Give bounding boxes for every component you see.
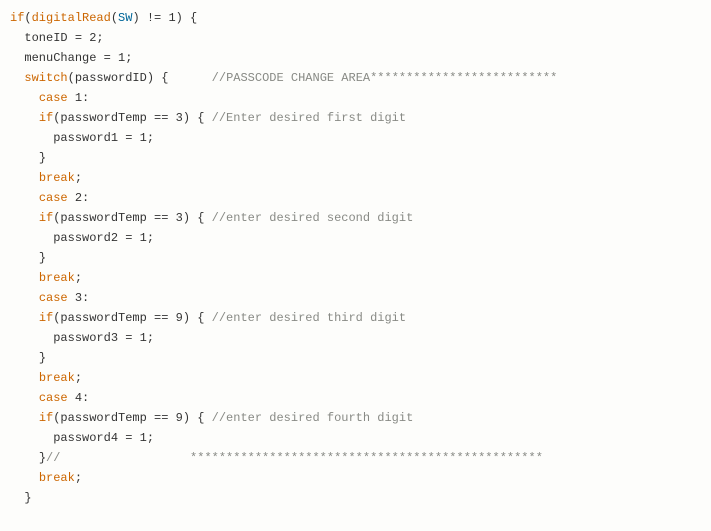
keyword-case: case (39, 391, 68, 405)
code-block: if(digitalRead(SW) != 1) { toneID = 2; m… (0, 0, 711, 516)
code-line: menuChange = 1; (10, 51, 132, 65)
code-line: switch(passwordID) { //PASSCODE CHANGE A… (10, 71, 557, 85)
code-line: break; (10, 471, 82, 485)
comment: //enter desired third digit (212, 311, 406, 325)
func-digitalRead: digitalRead (32, 11, 111, 25)
comment: //enter desired fourth digit (212, 411, 414, 425)
code-line: password1 = 1; (10, 131, 154, 145)
keyword-if: if (39, 411, 53, 425)
keyword-if: if (39, 311, 53, 325)
code-line: password4 = 1; (10, 431, 154, 445)
code-line: if(passwordTemp == 9) { //enter desired … (10, 311, 406, 325)
code-line: toneID = 2; (10, 31, 104, 45)
keyword-break: break (39, 271, 75, 285)
code-line: break; (10, 171, 82, 185)
keyword-switch: switch (24, 71, 67, 85)
comment: //enter desired second digit (212, 211, 414, 225)
code-line: password3 = 1; (10, 331, 154, 345)
code-line: } (10, 491, 32, 505)
code-line: if(passwordTemp == 3) { //enter desired … (10, 211, 413, 225)
code-line: password2 = 1; (10, 231, 154, 245)
code-line: } (10, 251, 46, 265)
code-line: break; (10, 371, 82, 385)
code-line: case 3: (10, 291, 89, 305)
code-line: } (10, 351, 46, 365)
code-line: }// ************************************… (10, 451, 543, 465)
keyword-case: case (39, 91, 68, 105)
keyword-break: break (39, 171, 75, 185)
code-line: if(passwordTemp == 3) { //Enter desired … (10, 111, 406, 125)
code-line: case 4: (10, 391, 89, 405)
comment: //Enter desired first digit (212, 111, 406, 125)
keyword-if: if (39, 111, 53, 125)
keyword-case: case (39, 191, 68, 205)
code-line: case 1: (10, 91, 89, 105)
const-SW: SW (118, 11, 132, 25)
keyword-if: if (10, 11, 24, 25)
code-line: } (10, 151, 46, 165)
code-line: case 2: (10, 191, 89, 205)
keyword-break: break (39, 371, 75, 385)
code-line: if(digitalRead(SW) != 1) { (10, 11, 197, 25)
comment-stars: ****************************************… (190, 451, 543, 465)
keyword-break: break (39, 471, 75, 485)
comment: // (46, 451, 60, 465)
comment: //PASSCODE CHANGE AREA******************… (212, 71, 558, 85)
keyword-if: if (39, 211, 53, 225)
code-line: break; (10, 271, 82, 285)
code-line: if(passwordTemp == 9) { //enter desired … (10, 411, 413, 425)
keyword-case: case (39, 291, 68, 305)
